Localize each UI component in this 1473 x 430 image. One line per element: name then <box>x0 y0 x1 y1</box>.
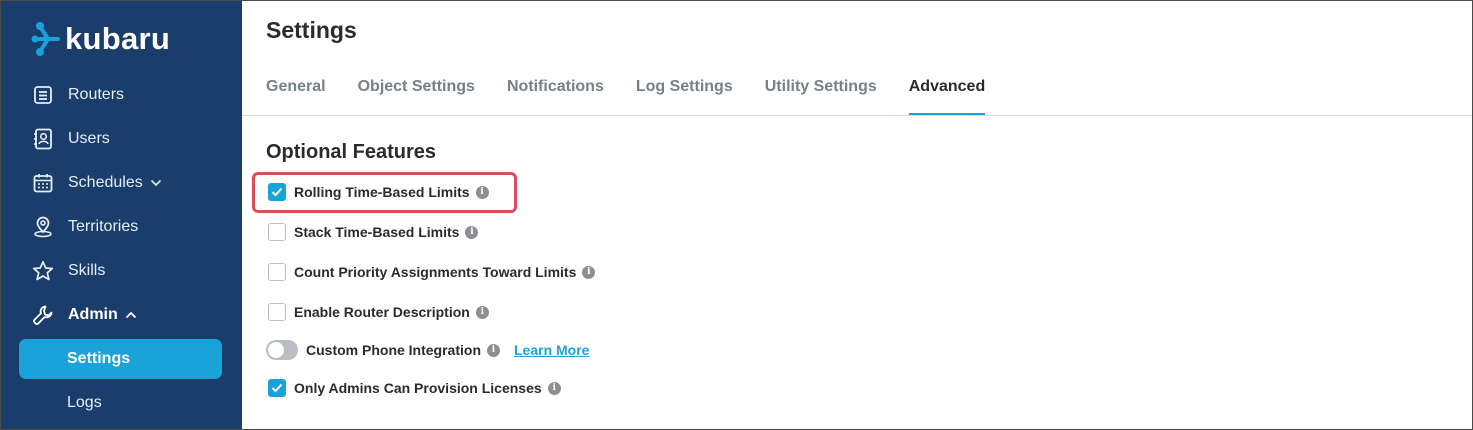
tab-object-settings[interactable]: Object Settings <box>358 78 475 116</box>
option-rolling-time-based-limits: Rolling Time-Based Limits i <box>268 181 489 203</box>
info-icon[interactable]: i <box>475 305 489 319</box>
sidebar-item-territories[interactable]: Territories <box>31 209 231 245</box>
checkbox-stack-time-based-limits[interactable] <box>268 223 286 241</box>
option-label: Rolling Time-Based Limits <box>294 184 470 200</box>
kubaru-logo-icon <box>31 20 65 58</box>
main-content: Settings General Object Settings Notific… <box>242 1 1472 429</box>
sidebar-subitem-settings[interactable]: Settings <box>19 339 222 379</box>
tab-log-settings[interactable]: Log Settings <box>636 78 733 116</box>
sidebar-subitem-label: Settings <box>67 350 131 367</box>
sidebar-item-label: Schedules <box>68 174 143 191</box>
checkbox-rolling-time-based-limits[interactable] <box>268 183 286 201</box>
calendar-icon <box>31 171 55 195</box>
sidebar-item-admin[interactable]: Admin <box>31 297 231 333</box>
section-title: Optional Features <box>266 141 437 163</box>
checkbox-only-admins-provision-licenses[interactable] <box>268 379 286 397</box>
sidebar: kubaru Routers Users Schedules Territori… <box>1 1 242 429</box>
tab-general[interactable]: General <box>266 78 326 116</box>
option-custom-phone-integration: Custom Phone Integration i Learn More <box>266 339 589 361</box>
option-label: Only Admins Can Provision Licenses <box>294 380 542 396</box>
checkbox-count-priority-assignments[interactable] <box>268 263 286 281</box>
sidebar-subitem-logs[interactable]: Logs <box>19 383 222 423</box>
contacts-icon <box>31 127 55 151</box>
tab-advanced[interactable]: Advanced <box>908 78 986 116</box>
list-icon <box>31 83 55 107</box>
option-only-admins-provision-licenses: Only Admins Can Provision Licenses i <box>268 377 561 399</box>
tab-notifications[interactable]: Notifications <box>507 78 604 116</box>
info-icon[interactable]: i <box>582 265 596 279</box>
option-stack-time-based-limits: Stack Time-Based Limits i <box>268 221 479 243</box>
map-pin-icon <box>31 215 55 239</box>
sidebar-item-label: Users <box>68 130 110 147</box>
option-count-priority-assignments: Count Priority Assignments Toward Limits… <box>268 261 596 283</box>
option-label: Custom Phone Integration <box>306 342 481 358</box>
tab-utility-settings[interactable]: Utility Settings <box>765 78 877 116</box>
tab-divider <box>242 115 1472 116</box>
sidebar-item-label: Routers <box>68 86 125 103</box>
option-label: Count Priority Assignments Toward Limits <box>294 264 577 280</box>
info-icon[interactable]: i <box>465 225 479 239</box>
sidebar-item-label: Territories <box>68 218 139 235</box>
sidebar-item-label: Admin <box>68 306 118 323</box>
sidebar-item-users[interactable]: Users <box>31 121 231 157</box>
option-label: Stack Time-Based Limits <box>294 224 460 240</box>
info-icon[interactable]: i <box>547 381 561 395</box>
learn-more-link[interactable]: Learn More <box>514 342 589 358</box>
brand-name: kubaru <box>65 21 171 56</box>
toggle-custom-phone-integration[interactable] <box>266 340 298 360</box>
sidebar-item-skills[interactable]: Skills <box>31 253 231 289</box>
sidebar-item-label: Skills <box>68 262 106 279</box>
sidebar-item-schedules[interactable]: Schedules <box>31 165 231 201</box>
star-icon <box>31 259 55 283</box>
checkbox-enable-router-description[interactable] <box>268 303 286 321</box>
sidebar-subitem-label: Logs <box>67 394 102 411</box>
option-enable-router-description: Enable Router Description i <box>268 301 489 323</box>
info-icon[interactable]: i <box>475 185 489 199</box>
wrench-icon <box>31 303 55 327</box>
sidebar-item-routers[interactable]: Routers <box>31 77 231 113</box>
chevron-down-icon[interactable] <box>150 177 162 189</box>
option-label: Enable Router Description <box>294 304 470 320</box>
chevron-up-icon[interactable] <box>125 309 137 321</box>
page-title: Settings <box>266 17 357 43</box>
info-icon[interactable]: i <box>487 343 500 357</box>
logo[interactable]: kubaru <box>31 19 170 59</box>
tab-bar: General Object Settings Notifications Lo… <box>266 78 1017 116</box>
